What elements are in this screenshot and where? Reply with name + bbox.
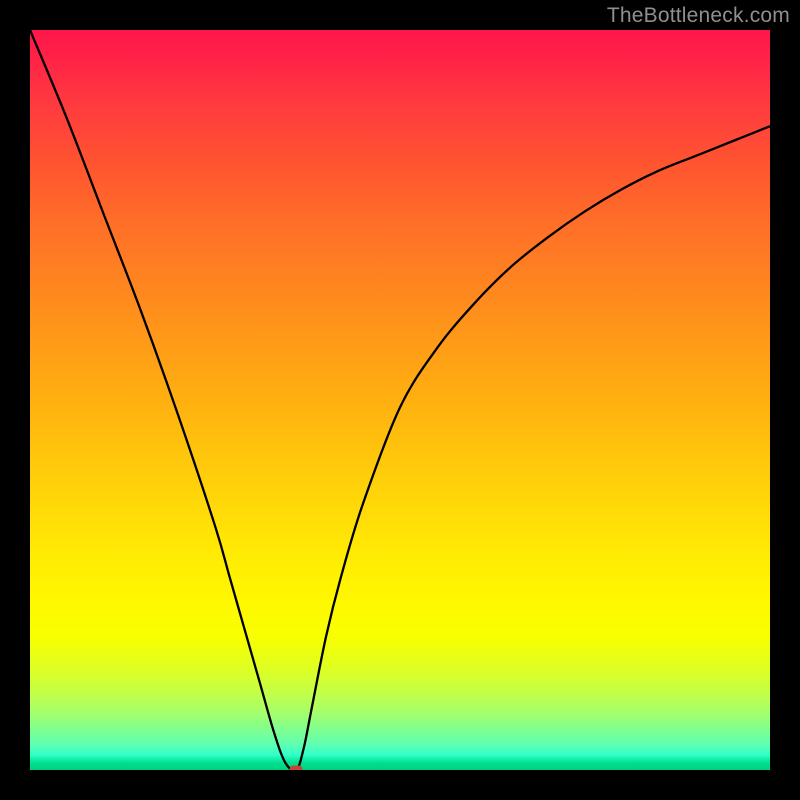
watermark-text: TheBottleneck.com [607,4,790,28]
curve-svg [30,30,770,770]
plot-area [30,30,770,770]
chart-frame: TheBottleneck.com [0,0,800,800]
bottleneck-curve-path [30,30,770,770]
minimum-marker [290,766,303,771]
